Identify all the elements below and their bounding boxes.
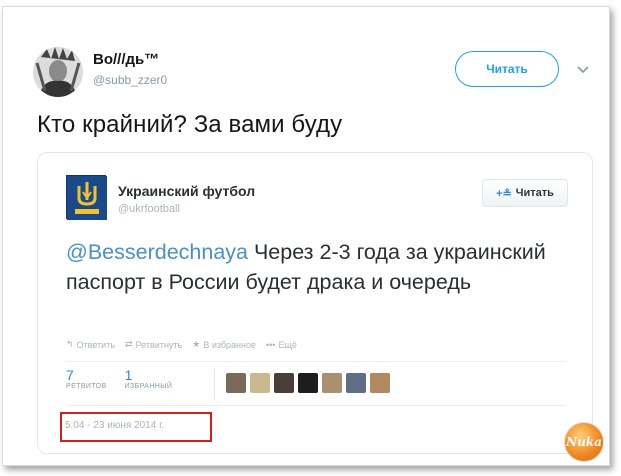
user-avatar[interactable] [322,373,342,393]
retweets-count: 7 [66,367,74,383]
chevron-down-icon[interactable] [575,61,591,77]
user-avatar[interactable] [298,373,318,393]
favorites-count: 1 [124,367,133,383]
user-avatar[interactable] [346,373,366,393]
user-avatar[interactable] [274,373,294,393]
divider [66,361,566,362]
retweets-stat[interactable]: 7 РЕТВИТОВ [66,367,107,390]
site-watermark-logo: Nuka [564,422,604,462]
avatar-portrait-icon [33,47,83,97]
follow-button[interactable]: Читать [455,51,559,87]
more-label: Ещё [278,339,297,350]
tweet-card: Во///дь™ @subb_zzer0 Читать Кто крайний?… [2,6,610,466]
reply-label: Ответить [76,339,116,350]
embedded-tweet-screenshot: Украинский футбол @ukrfootball +≗ Читать… [37,152,593,454]
embedded-follow-label: Читать [515,187,554,199]
embedded-author-handle[interactable]: @ukrfootball [118,203,180,215]
author-name[interactable]: Во///дь™ [93,51,159,68]
tweet-actions: ↰ Ответить ⇄ Ретвитнуть ★ В избранное ••… [66,339,297,350]
retweet-icon: ⇄ [125,339,133,349]
favorite-action[interactable]: ★ В избранное [192,339,256,350]
retweet-label: Ретвитнуть [135,339,183,350]
more-icon: ••• [266,339,276,350]
author-handle[interactable]: @subb_zzer0 [93,73,167,87]
user-avatar[interactable] [226,373,246,393]
embedded-tweet-text: @Besserdechnaya Через 2-3 года за украин… [66,237,566,297]
add-user-icon: +≗ [496,187,512,200]
user-avatars-row [226,373,390,393]
stats-separator [214,369,215,399]
tweet-timestamp[interactable]: 5:04 - 23 июня 2014 г. [65,420,164,431]
reply-action[interactable]: ↰ Ответить [66,339,115,350]
favorite-label: В избранное [203,339,256,350]
retweet-action[interactable]: ⇄ Ретвитнуть [125,339,182,350]
user-avatar[interactable] [250,373,270,393]
tweet-stats: 7 РЕТВИТОВ 1 ИЗБРАННЫЙ [66,367,172,390]
tweet-text: Кто крайний? За вами буду [37,111,343,138]
embedded-author-name[interactable]: Украинский футбол [118,183,255,199]
user-avatar[interactable] [370,373,390,393]
ukrainian-football-logo[interactable] [66,175,107,220]
embedded-follow-button[interactable]: +≗ Читать [482,179,568,207]
more-action[interactable]: ••• Ещё [266,339,297,350]
reply-icon: ↰ [66,339,74,349]
retweets-label: РЕТВИТОВ [66,383,107,390]
divider [66,405,566,406]
trident-crest-icon [67,176,107,220]
favorites-label: ИЗБРАННЫЙ [124,383,173,390]
favorites-stat[interactable]: 1 ИЗБРАННЫЙ [125,367,173,390]
mention-link[interactable]: @Besserdechnaya [66,240,248,264]
author-avatar[interactable] [33,47,83,97]
favorite-icon: ★ [192,339,201,349]
